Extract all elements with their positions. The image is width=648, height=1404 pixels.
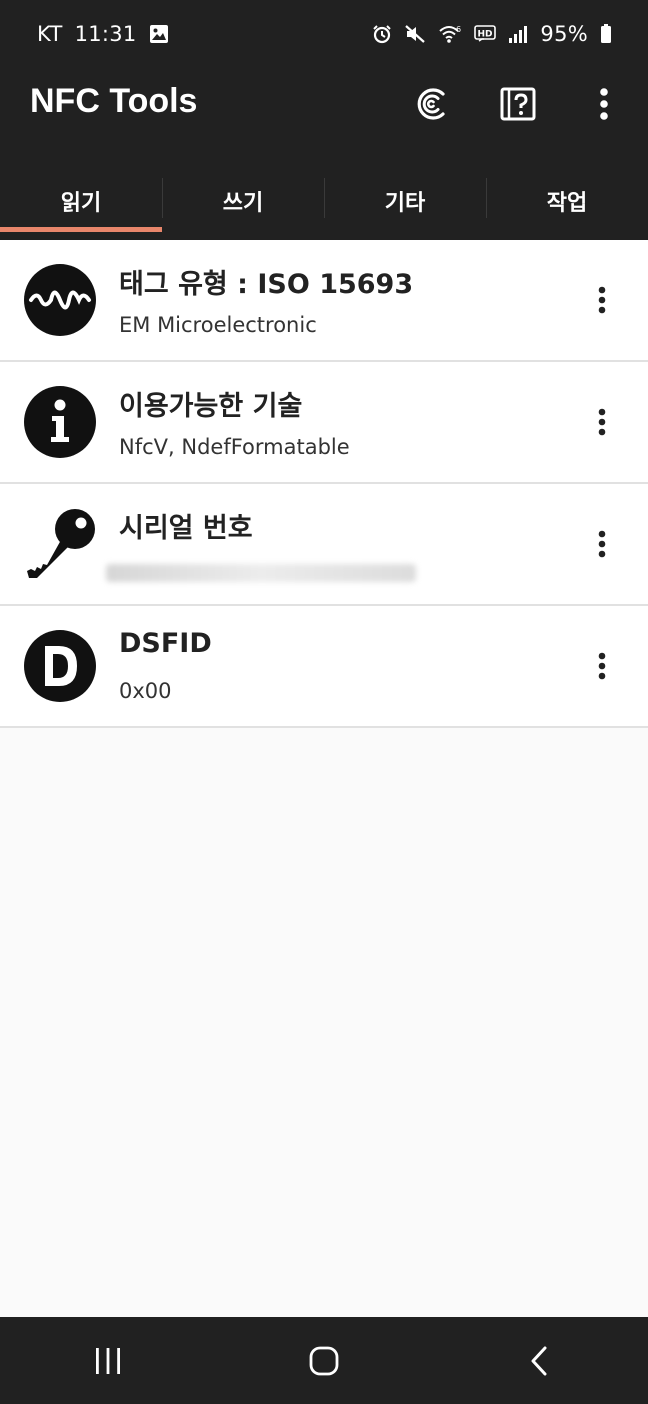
- dsfid-title: DSFID: [119, 628, 212, 659]
- tab-tasks[interactable]: 작업: [486, 162, 648, 240]
- tag-type-value: EM Microelectronic: [119, 313, 317, 337]
- technologies-value: NfcV, NdefFormatable: [119, 435, 350, 459]
- carrier-label: KT: [37, 22, 63, 46]
- clock-label: 11:31: [74, 22, 137, 46]
- back-chevron-icon: [531, 1346, 547, 1375]
- recent-apps-icon: [96, 1347, 120, 1374]
- more-vertical-icon: [598, 652, 606, 680]
- tag-type-more-button[interactable]: [584, 280, 620, 320]
- serial-number-redacted-value: [106, 564, 416, 582]
- technologies-more-button[interactable]: [584, 402, 620, 442]
- system-nav-bar: [0, 1317, 648, 1404]
- help-button[interactable]: [494, 80, 542, 128]
- list-item-technologies[interactable]: 이용가능한 기술 NfcV, NdefFormatable: [0, 362, 648, 484]
- nfc-waves-icon: [417, 88, 445, 120]
- recent-apps-button[interactable]: [68, 1331, 148, 1391]
- technologies-title: 이용가능한 기술: [119, 391, 303, 422]
- tag-type-title: 태그 유형 : ISO 15693: [119, 269, 414, 300]
- more-vertical-icon: [600, 88, 608, 120]
- overflow-menu-button[interactable]: [580, 80, 628, 128]
- status-bar: KT 11:31 6 HD 95%: [0, 0, 648, 68]
- info-icon: [23, 385, 97, 459]
- svg-text:HD: HD: [478, 30, 493, 40]
- serial-number-more-button[interactable]: [584, 524, 620, 564]
- mute-icon: [404, 24, 426, 44]
- signal-icon: [508, 24, 528, 44]
- gallery-notification-icon: [149, 24, 169, 44]
- more-vertical-icon: [598, 286, 606, 314]
- tab-write[interactable]: 쓰기: [162, 162, 324, 240]
- list-item-serial-number[interactable]: 시리얼 번호: [0, 484, 648, 606]
- app-bar: NFC Tools: [0, 68, 648, 162]
- dsfid-value: 0x00: [119, 679, 172, 703]
- waveform-icon: [23, 263, 97, 337]
- tab-bar: 읽기 쓰기 기타 작업: [0, 162, 648, 240]
- alarm-icon: [372, 24, 392, 44]
- home-button[interactable]: [284, 1331, 364, 1391]
- list-item-tag-type[interactable]: 태그 유형 : ISO 15693 EM Microelectronic: [0, 240, 648, 362]
- more-vertical-icon: [598, 530, 606, 558]
- more-vertical-icon: [598, 408, 606, 436]
- svg-text:6: 6: [456, 25, 461, 34]
- letter-d-icon: [23, 629, 97, 703]
- dsfid-more-button[interactable]: [584, 646, 620, 686]
- wifi-icon: 6: [438, 24, 462, 44]
- back-button[interactable]: [500, 1331, 580, 1391]
- app-title: NFC Tools: [30, 82, 198, 120]
- key-icon: [23, 507, 97, 581]
- help-book-icon: [500, 87, 536, 121]
- battery-icon: [600, 24, 612, 44]
- status-right: 6 HD 95%: [372, 22, 612, 46]
- nfc-scan-button[interactable]: [407, 80, 455, 128]
- status-left: KT 11:31: [37, 22, 169, 46]
- list-item-dsfid[interactable]: DSFID 0x00: [0, 606, 648, 728]
- home-icon: [309, 1346, 339, 1375]
- tag-info-list: 태그 유형 : ISO 15693 EM Microelectronic 이용가…: [0, 240, 648, 728]
- serial-number-title: 시리얼 번호: [119, 513, 253, 544]
- hd-voice-icon: HD: [474, 24, 497, 44]
- tab-other[interactable]: 기타: [324, 162, 486, 240]
- battery-percent-label: 95%: [540, 22, 588, 46]
- tab-read[interactable]: 읽기: [0, 162, 162, 240]
